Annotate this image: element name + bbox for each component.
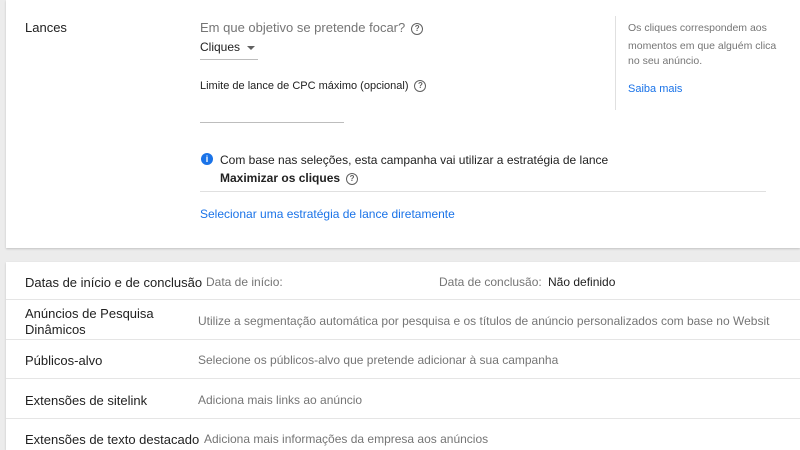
bid-strategy-name-text: Maximizar os cliques	[220, 171, 341, 185]
callouts-row-label[interactable]: Extensões de texto destacado	[25, 432, 199, 447]
dsa-row-description: Utilize a segmentação automática por pes…	[198, 314, 770, 328]
audiences-row-label[interactable]: Públicos-alvo	[25, 353, 102, 368]
bid-strategy-name: Maximizar os cliques?	[220, 171, 359, 185]
side-divider	[615, 16, 616, 110]
bids-section-label: Lances	[25, 20, 67, 35]
cpc-limit-input[interactable]	[200, 100, 344, 120]
row-divider	[6, 378, 800, 379]
cpc-limit-label-text: Limite de lance de CPC máximo (opcional)	[200, 80, 409, 92]
row-divider	[6, 339, 800, 340]
dropdown-caret-icon	[247, 45, 256, 50]
objective-dropdown-value: Cliques	[200, 40, 241, 54]
sitelinks-row-description: Adiciona mais links ao anúncio	[198, 393, 363, 407]
dsa-row-label-line2[interactable]: Dinâmicos	[25, 322, 86, 337]
side-help-line-2: momentos em que alguém clica	[628, 40, 777, 52]
dsa-row-label-line1[interactable]: Anúncios de Pesquisa	[25, 306, 154, 321]
learn-more-link[interactable]: Saiba mais	[628, 83, 682, 95]
start-date-label: Data de início:	[206, 275, 283, 289]
objective-help-icon[interactable]: ?	[411, 22, 424, 35]
audiences-row-description: Selecione os públicos-alvo que pretende …	[198, 353, 559, 367]
objective-dropdown[interactable]: Cliques	[200, 40, 256, 54]
dates-row-label[interactable]: Datas de início e de conclusão	[25, 275, 202, 290]
info-icon: i	[201, 153, 213, 165]
row-divider	[6, 418, 800, 419]
objective-question: Em que objetivo se pretende focar??	[200, 20, 424, 35]
sitelinks-row-label[interactable]: Extensões de sitelink	[25, 393, 147, 408]
info-divider	[200, 191, 766, 192]
cpc-help-icon[interactable]: ?	[414, 80, 427, 93]
end-date-value[interactable]: Não definido	[548, 275, 615, 289]
bids-card: Lances Em que objetivo se pretende focar…	[6, 0, 800, 248]
objective-dropdown-underline	[200, 59, 258, 60]
cpc-limit-input-underline	[200, 122, 344, 123]
select-bid-strategy-link[interactable]: Selecionar uma estratégia de lance diret…	[200, 207, 455, 221]
side-help-line-1: Os cliques correspondem aos	[628, 22, 767, 34]
side-help-line-3: no seu anúncio.	[628, 55, 703, 67]
bid-strategy-info-text: Com base nas seleções, esta campanha vai…	[220, 153, 609, 167]
objective-question-label: Em que objetivo se pretende focar?	[200, 20, 406, 35]
row-divider	[6, 299, 800, 300]
end-date-label: Data de conclusão:	[439, 275, 542, 289]
cpc-limit-label: Limite de lance de CPC máximo (opcional)…	[200, 80, 427, 93]
callouts-row-description: Adiciona mais informações da empresa aos…	[204, 432, 489, 446]
strategy-help-icon[interactable]: ?	[346, 172, 359, 185]
